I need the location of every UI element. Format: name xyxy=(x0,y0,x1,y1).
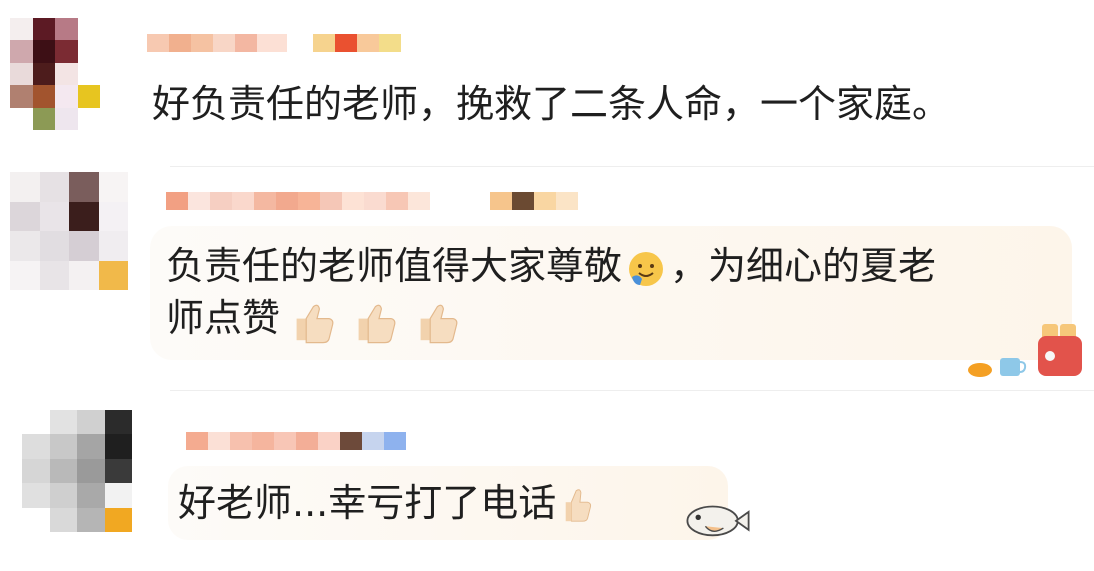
coffee-sticker-icon xyxy=(968,358,1027,377)
comment-text-part: 负责任的老师值得大家尊敬 xyxy=(166,244,623,288)
smiling-face-icon xyxy=(629,251,664,286)
nickname-blurred[interactable] xyxy=(147,34,401,52)
comment-text-part: 师点赞 xyxy=(166,296,281,340)
avatar[interactable] xyxy=(10,172,128,290)
divider xyxy=(170,390,1094,391)
thumbs-up-icon xyxy=(565,488,592,522)
comment-text-part: ，为细心的夏老 xyxy=(670,244,937,288)
thumbs-up-icon xyxy=(420,304,458,343)
avatar[interactable] xyxy=(22,410,132,532)
fish-sticker-icon xyxy=(686,505,750,537)
comment-text: 好老师...幸亏打了电话 xyxy=(178,481,557,525)
nickname-blurred[interactable] xyxy=(166,192,578,210)
comment-text: 好负责任的老师，挽救了二条人命，一个家庭。 xyxy=(152,82,951,126)
divider xyxy=(170,166,1094,167)
toaster-sticker-icon xyxy=(1038,324,1082,376)
thumbs-up-icon xyxy=(296,304,334,343)
comment-bubble: 负责任的老师值得大家尊敬 ，为细心的夏老 师点赞 xyxy=(150,226,1072,360)
avatar[interactable] xyxy=(10,18,100,130)
thumbs-up-icon xyxy=(358,304,396,343)
nickname-blurred[interactable] xyxy=(186,432,406,450)
comment-bubble: 好老师...幸亏打了电话 xyxy=(168,466,728,540)
